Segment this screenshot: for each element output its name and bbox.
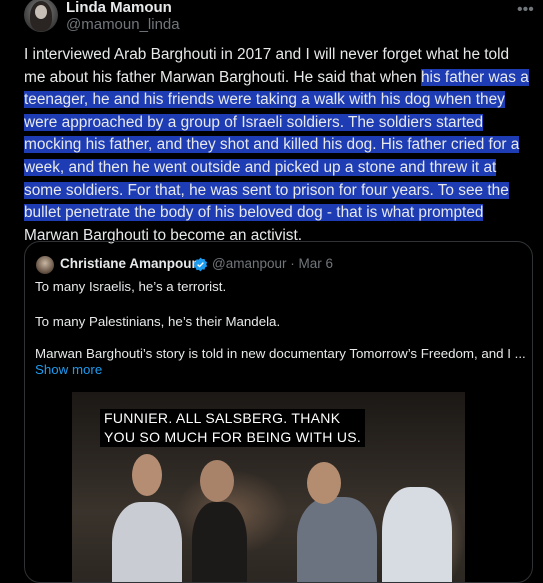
video-caption-line-1: FUNNIER. ALL SALSBERG. THANK bbox=[102, 409, 343, 428]
author-handle[interactable]: @mamoun_linda bbox=[66, 16, 180, 33]
tweet-text: I interviewed Arab Barghouti in 2017 and… bbox=[24, 44, 529, 247]
show-more-link[interactable]: Show more bbox=[35, 362, 102, 377]
video-figure-center bbox=[192, 502, 247, 582]
author-name[interactable]: Linda Mamoun bbox=[66, 0, 172, 16]
verified-badge-icon bbox=[193, 257, 208, 272]
video-figure-head-right bbox=[307, 462, 341, 504]
video-figure-officer-right bbox=[297, 497, 377, 582]
quoted-handle-date[interactable]: @amanpour · Mar 6 bbox=[212, 256, 333, 271]
more-horizontal-icon[interactable]: ••• bbox=[517, 1, 534, 19]
quoted-tweet[interactable]: Christiane Amanpour @amanpour · Mar 6 To… bbox=[24, 241, 533, 583]
video-figure-head-left bbox=[132, 454, 162, 496]
video-figure-officer-left bbox=[112, 502, 182, 582]
quoted-text-line-3: Marwan Barghouti’s story is told in new … bbox=[35, 346, 526, 361]
video-figure-far-right bbox=[382, 487, 452, 582]
author-avatar[interactable] bbox=[24, 0, 58, 32]
quoted-text-line-1: To many Israelis, he’s a terrorist. bbox=[35, 279, 227, 294]
video-player[interactable]: FUNNIER. ALL SALSBERG. THANK YOU SO MUCH… bbox=[72, 392, 465, 582]
tweet-text-selected: his father was a teenager, he and his fr… bbox=[24, 68, 529, 222]
quoted-author-name[interactable]: Christiane Amanpour bbox=[60, 256, 197, 271]
video-caption-line-2: YOU SO MUCH FOR BEING WITH US. bbox=[102, 428, 364, 447]
quoted-author-avatar[interactable] bbox=[36, 256, 54, 274]
quoted-text-line-2: To many Palestinians, he’s their Mandela… bbox=[35, 314, 281, 329]
video-caption: FUNNIER. ALL SALSBERG. THANK YOU SO MUCH… bbox=[100, 409, 366, 447]
video-figure-head-center bbox=[200, 460, 234, 502]
